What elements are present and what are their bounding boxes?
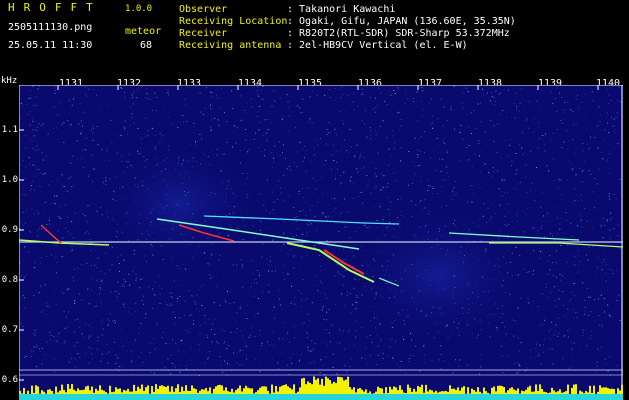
app-version: 1.0.0	[125, 4, 153, 14]
info-value-observer: : Takanori Kawachi	[287, 4, 396, 15]
y-tick-0.8: 0.8	[1, 275, 18, 285]
y-tick-0.6: 0.6	[1, 375, 18, 385]
noise-patch	[99, 145, 259, 265]
info-value-location: : Ogaki, Gifu, JAPAN (136.60E, 35.35N)	[287, 16, 516, 27]
info-label-observer: Observer	[179, 4, 228, 15]
image-filename: 2505111130.png	[8, 22, 93, 33]
y-axis-unit: kHz	[1, 76, 18, 86]
spectrogram-plot	[19, 85, 623, 400]
meteor-count: 68	[140, 40, 153, 51]
noise-patch	[349, 205, 529, 345]
info-value-receiver: : R820T2(RTL-SDR) SDR-Sharp 53.372MHz	[287, 28, 510, 39]
meteor-label: meteor	[125, 26, 162, 37]
y-tick-0.7: 0.7	[1, 325, 18, 335]
info-value-antenna: : 2el-HB9CV Vertical (el. E-W)	[287, 40, 468, 51]
capture-datetime: 25.05.11 11:30	[8, 40, 93, 51]
y-tick-1.0: 1.0	[1, 175, 18, 185]
info-label-antenna: Receiving antenna	[179, 40, 282, 51]
info-label-location: Receiving Location	[179, 16, 288, 27]
y-tick-1.1: 1.1	[1, 125, 18, 135]
info-label-receiver: Receiver	[179, 28, 228, 39]
hrofft-window: HROFFT 1.0.0 2505111130.png 25.05.11 11:…	[0, 0, 629, 400]
y-tick-0.9: 0.9	[1, 225, 18, 235]
app-brand: HROFFT	[8, 1, 102, 14]
